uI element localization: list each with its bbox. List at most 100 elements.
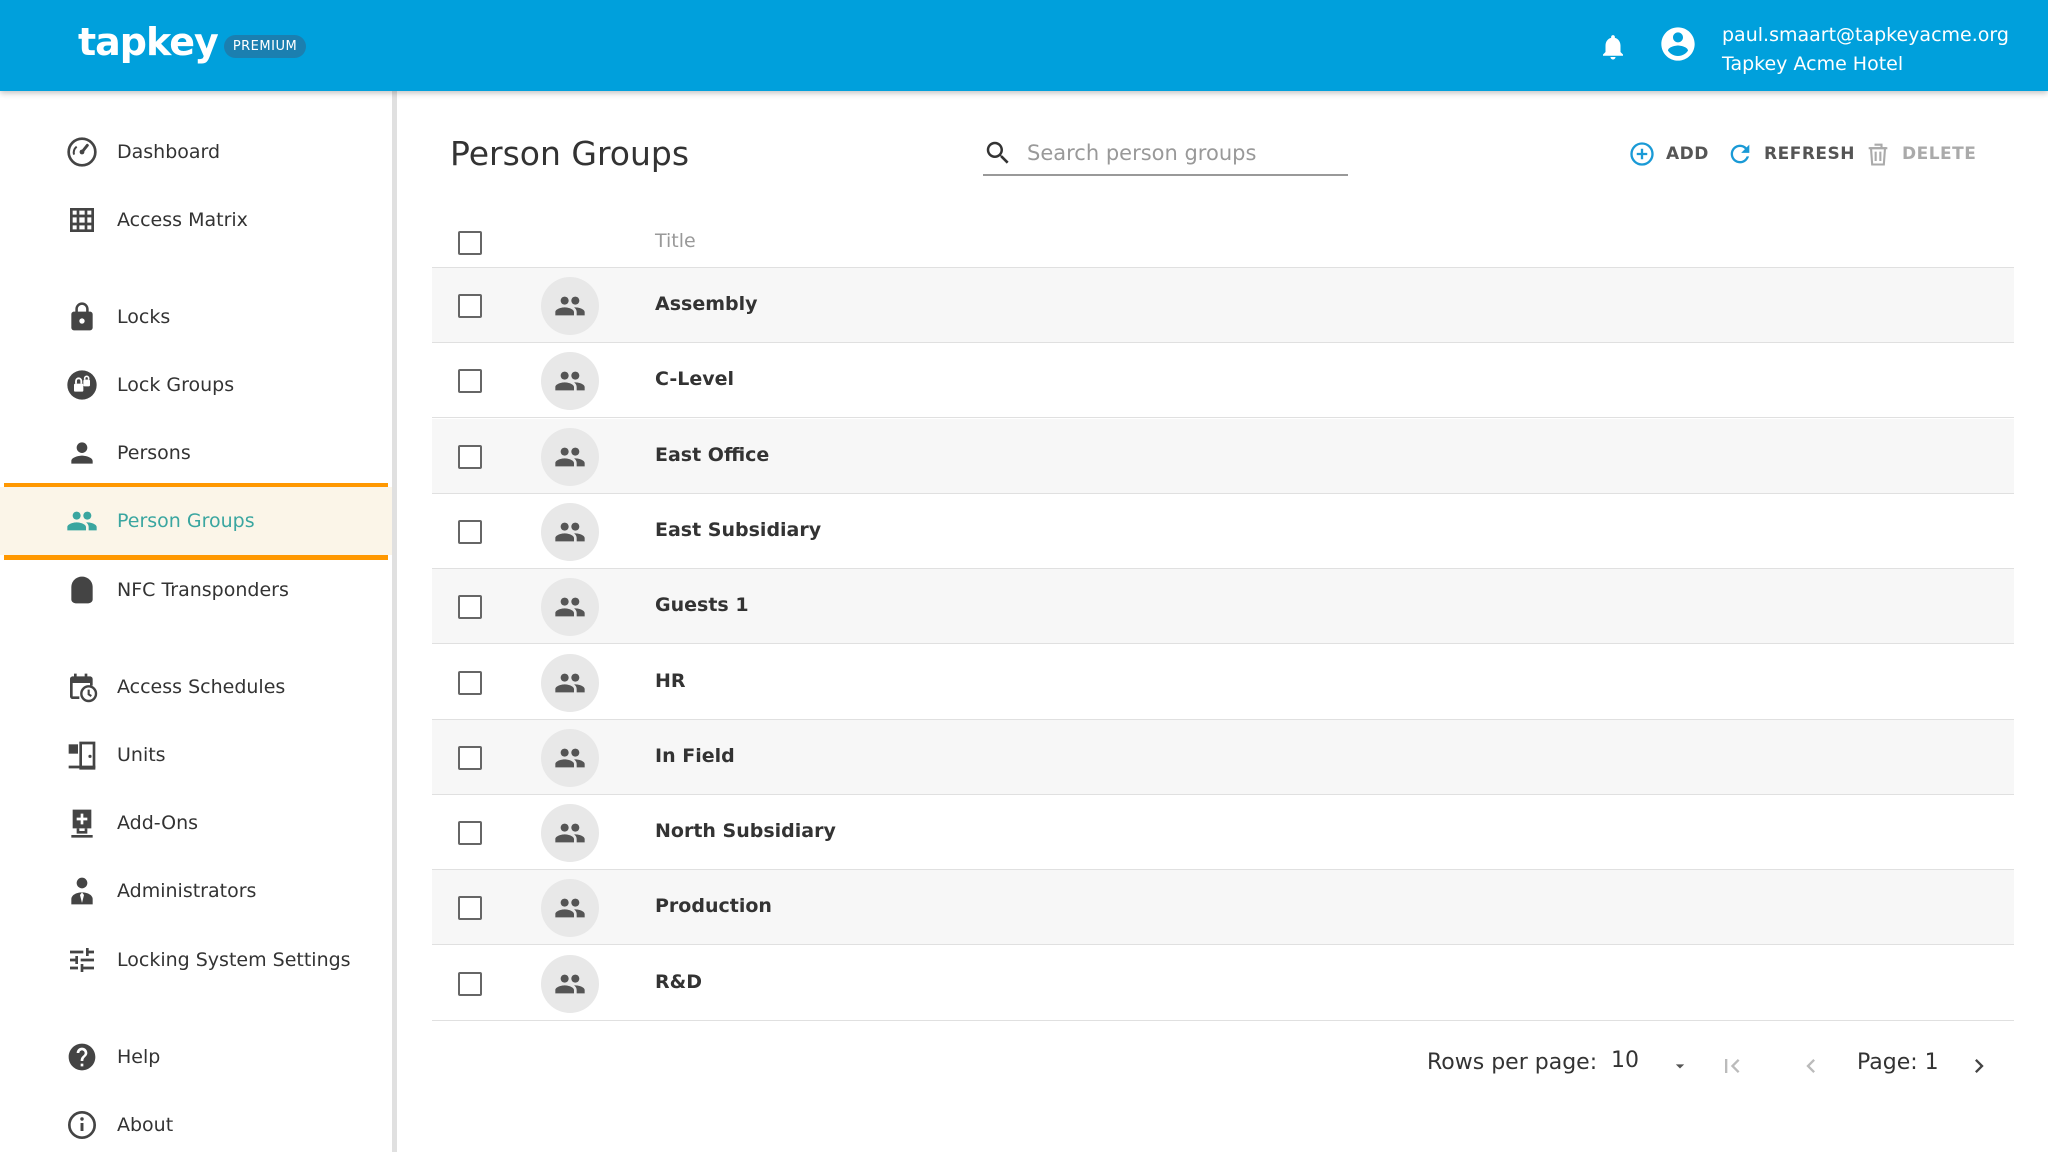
tapkey-logo[interactable]: tapkey PREMIUM (78, 20, 307, 64)
sidebar-item-person-groups[interactable]: Person Groups (0, 487, 392, 555)
rows-per-page-label: Rows per page: (1427, 1050, 1598, 1075)
notification-bell-icon[interactable] (1598, 30, 1628, 64)
table-header: Title (432, 206, 2014, 268)
row-checkbox[interactable] (458, 294, 482, 318)
select-all-checkbox[interactable] (458, 231, 482, 255)
table-row[interactable]: East Subsidiary (432, 494, 2014, 569)
row-checkbox[interactable] (458, 519, 482, 544)
sidebar-item-help[interactable]: Help (0, 1023, 392, 1091)
table-row[interactable]: HR (432, 645, 2014, 720)
group-title[interactable]: Guests 1 (655, 594, 749, 616)
refresh-button[interactable]: REFRESH (1726, 139, 1855, 169)
group-title[interactable]: Assembly (655, 293, 758, 315)
group-avatar (541, 804, 599, 863)
group-title[interactable]: North Subsidiary (655, 820, 836, 842)
sidebar-item-label: Lock Groups (117, 374, 235, 396)
sidebar-item-about[interactable]: About (0, 1091, 392, 1152)
people-icon (555, 823, 585, 843)
table-row[interactable]: In Field (432, 719, 2014, 795)
refresh-button-label: REFRESH (1764, 144, 1855, 164)
table-row[interactable]: R&D (432, 946, 2014, 1021)
row-checkbox[interactable] (458, 670, 482, 695)
people-icon (555, 371, 585, 391)
user-organization: Tapkey Acme Hotel (1722, 53, 1904, 75)
table-row[interactable]: East Office (432, 418, 2014, 494)
row-checkbox[interactable] (458, 745, 482, 770)
top-app-bar: tapkey PREMIUM paul.smaart@tapkeyacme.or… (0, 0, 2048, 91)
page-number-label: Page: 1 (1857, 1050, 1939, 1075)
people-icon (555, 597, 585, 617)
sidebar-item-locking-system-settings[interactable]: Locking System Settings (0, 926, 392, 994)
info-icon (66, 1109, 98, 1141)
user-info[interactable]: paul.smaart@tapkeyacme.org Tapkey Acme H… (1722, 21, 2009, 79)
row-checkbox[interactable] (458, 444, 482, 469)
chevron-right-icon[interactable] (1965, 1052, 1993, 1080)
table-row[interactable]: North Subsidiary (432, 795, 2014, 871)
column-header-title[interactable]: Title (655, 230, 696, 252)
sidebar-item-add-ons[interactable]: Add-Ons (0, 789, 392, 857)
row-checkbox[interactable] (458, 821, 482, 846)
row-checkbox[interactable] (458, 896, 482, 921)
units-icon (66, 739, 98, 771)
group-title[interactable]: East Subsidiary (655, 519, 821, 541)
sidebar-item-units[interactable]: Units (0, 721, 392, 789)
lock-icon (66, 301, 98, 333)
lock-group-icon (66, 369, 98, 401)
row-checkbox[interactable] (458, 369, 482, 394)
group-title[interactable]: Production (655, 895, 772, 917)
rows-per-page-select[interactable]: 10 (1611, 1048, 1639, 1073)
page-title: Person Groups (450, 134, 690, 173)
sidebar-item-label: Dashboard (117, 141, 221, 163)
dashboard-icon (66, 136, 98, 168)
sidebar-item-locks[interactable]: Locks (0, 283, 392, 351)
sidebar-item-label: Help (117, 1046, 161, 1068)
group-avatar (541, 502, 599, 561)
add-button[interactable]: ADD (1628, 139, 1709, 169)
group-avatar (541, 879, 599, 938)
table-row[interactable]: Production (432, 870, 2014, 946)
people-icon (555, 673, 585, 692)
sidebar-item-label: Locks (117, 306, 171, 328)
table-row[interactable]: Guests 1 (432, 569, 2014, 645)
group-avatar (541, 352, 599, 411)
sidebar-item-label: Administrators (117, 880, 257, 902)
group-title[interactable]: R&D (655, 971, 702, 993)
settings-sliders-icon (66, 944, 98, 976)
group-avatar (541, 427, 599, 486)
sidebar-item-dashboard[interactable]: Dashboard (0, 118, 392, 186)
sidebar-item-access-schedules[interactable]: Access Schedules (0, 653, 392, 721)
people-icon (555, 296, 585, 316)
group-title[interactable]: C-Level (655, 368, 734, 390)
first-page-icon[interactable] (1718, 1052, 1746, 1080)
sidebar-item-access-matrix[interactable]: Access Matrix (0, 186, 392, 254)
delete-button[interactable]: DELETE (1864, 139, 1976, 169)
people-icon (555, 447, 585, 466)
group-avatar (541, 728, 599, 787)
sidebar-item-label: Access Schedules (117, 676, 286, 698)
sidebar-item-persons[interactable]: Persons (0, 419, 392, 487)
group-avatar (541, 578, 599, 637)
row-checkbox[interactable] (458, 595, 482, 620)
refresh-icon (1730, 144, 1750, 164)
group-title[interactable]: East Office (655, 444, 769, 466)
account-circle-icon[interactable] (1658, 24, 1698, 64)
group-title[interactable]: In Field (655, 745, 735, 767)
search-icon (986, 141, 1009, 164)
sidebar-item-nfc-transponders[interactable]: NFC Transponders (0, 556, 392, 624)
table-row[interactable]: Assembly (432, 268, 2014, 343)
group-avatar (541, 277, 599, 335)
sidebar-item-administrators[interactable]: Administrators (0, 857, 392, 925)
chevron-left-icon[interactable] (1797, 1052, 1825, 1080)
chevron-down-icon[interactable] (1670, 1056, 1690, 1076)
pagination: Rows per page: 10 Page: 1 (1400, 1048, 2000, 1084)
search-input[interactable] (1027, 136, 1337, 170)
sidebar-item-lock-groups[interactable]: Lock Groups (0, 351, 392, 419)
premium-badge: PREMIUM (223, 34, 307, 58)
sidebar-item-label: About (117, 1114, 174, 1136)
row-checkbox[interactable] (458, 971, 482, 996)
logo-text: tapkey (78, 20, 219, 64)
person-icon (66, 437, 98, 469)
search-bar[interactable] (983, 134, 1348, 176)
table-row[interactable]: C-Level (432, 343, 2014, 419)
group-title[interactable]: HR (655, 670, 686, 692)
